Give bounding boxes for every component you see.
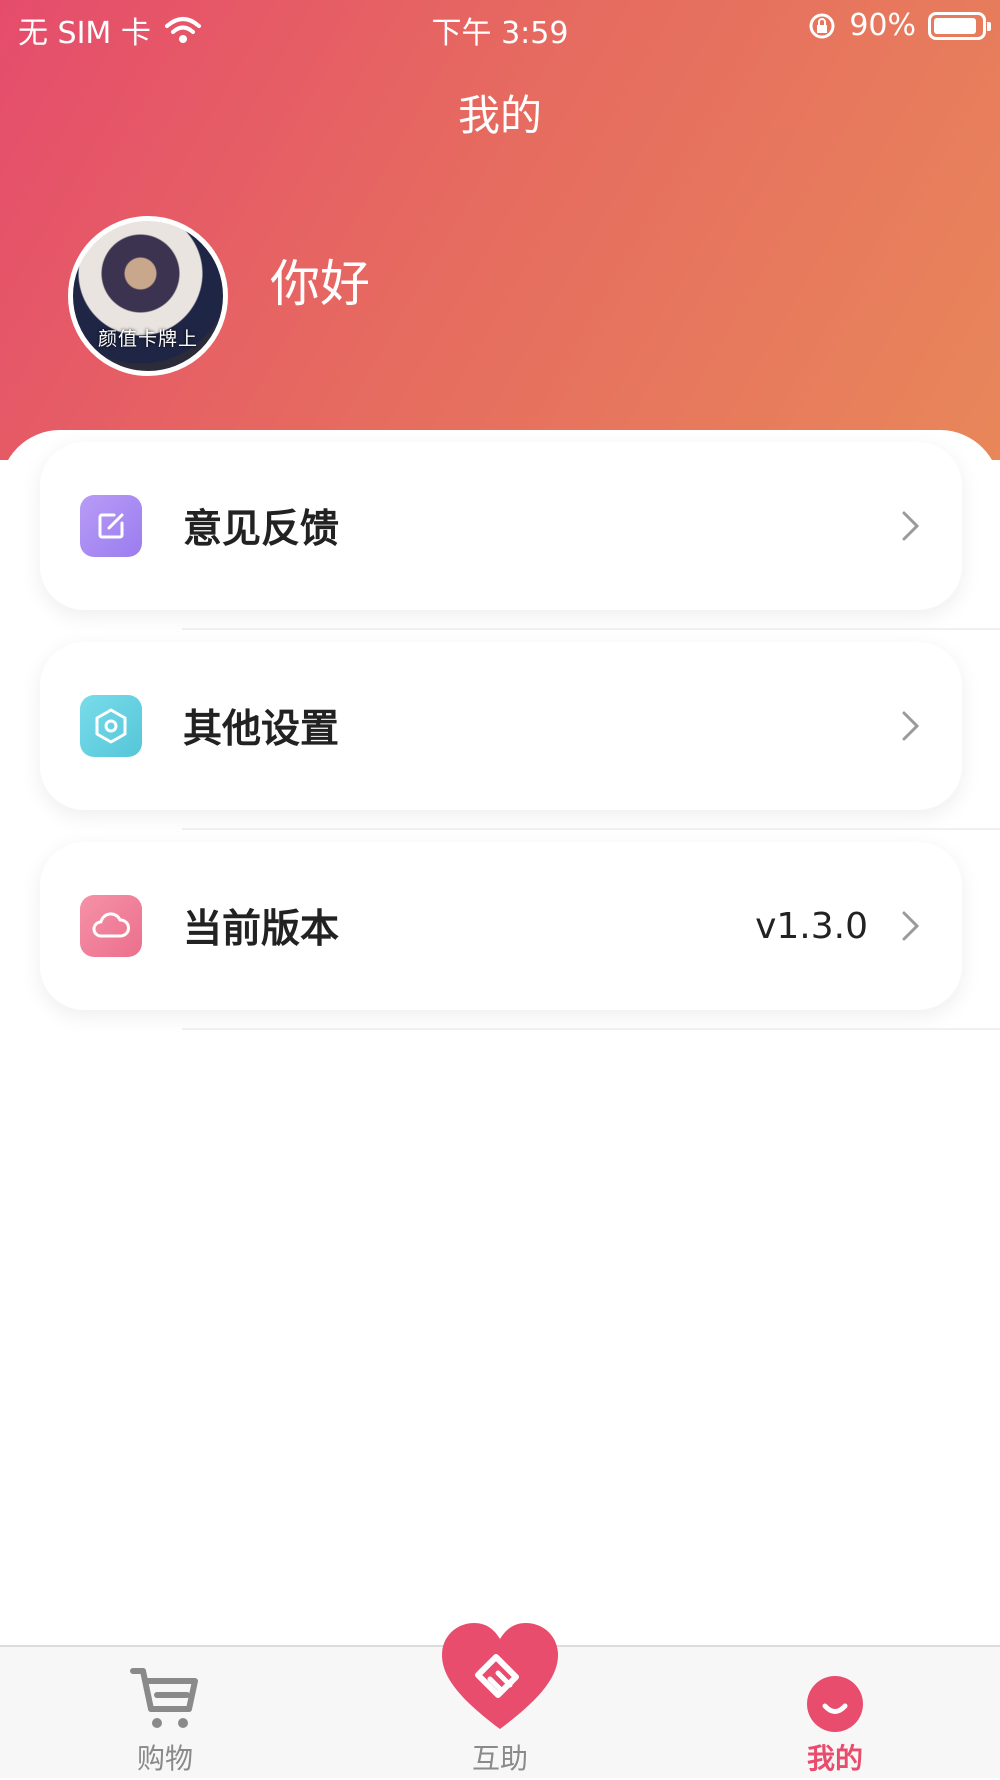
- divider: [182, 828, 1000, 830]
- menu-item-label: 意见反馈: [183, 507, 340, 552]
- avatar-caption: 颜值卡牌上: [97, 328, 198, 350]
- tab-shopping[interactable]: 购物: [65, 1647, 265, 1780]
- menu-item-feedback[interactable]: 意见反馈: [40, 442, 962, 610]
- menu-item-label: 当前版本: [183, 907, 340, 952]
- edit-icon: [80, 495, 142, 557]
- divider: [182, 1028, 1000, 1030]
- cart-icon: [130, 1668, 198, 1728]
- tab-label: 我的: [806, 1742, 863, 1775]
- tab-mine[interactable]: 我的: [735, 1647, 935, 1780]
- page-title: 我的: [457, 91, 542, 140]
- chevron-right-icon: [902, 711, 920, 741]
- status-bar: 无 SIM 卡 下午 3:59 90%: [0, 0, 1000, 56]
- smile-icon: [807, 1676, 863, 1732]
- menu-item-version[interactable]: 当前版本 v1.3.0: [40, 842, 962, 1010]
- heart-handshake-icon: [442, 1623, 558, 1729]
- settings-icon: [80, 695, 142, 757]
- profile-header: 无 SIM 卡 下午 3:59 90% 我的 颜值卡牌上 你好: [0, 0, 1000, 460]
- tab-label: 购物: [136, 1742, 193, 1775]
- tab-mutual-aid[interactable]: 互助: [400, 1623, 600, 1780]
- tab-bar: 购物 互助 我的: [0, 1623, 1000, 1780]
- version-value: v1.3.0: [755, 905, 868, 947]
- content-sheet: 意见反馈 其他设置 当前版本 v1.3.0: [0, 430, 1000, 1645]
- tab-label: 互助: [471, 1742, 528, 1775]
- battery-percent: 90%: [849, 8, 916, 43]
- chevron-right-icon: [902, 911, 920, 941]
- menu-item-settings[interactable]: 其他设置: [40, 642, 962, 810]
- battery-icon: [928, 11, 991, 40]
- orientation-lock-icon: [809, 13, 835, 38]
- menu-item-label: 其他设置: [183, 707, 340, 752]
- divider: [182, 628, 1000, 630]
- greeting-text: 你好: [270, 255, 370, 313]
- chevron-right-icon: [902, 511, 920, 541]
- cloud-icon: [80, 895, 142, 957]
- avatar[interactable]: 颜值卡牌上: [68, 216, 228, 376]
- status-right: 90%: [807, 8, 991, 43]
